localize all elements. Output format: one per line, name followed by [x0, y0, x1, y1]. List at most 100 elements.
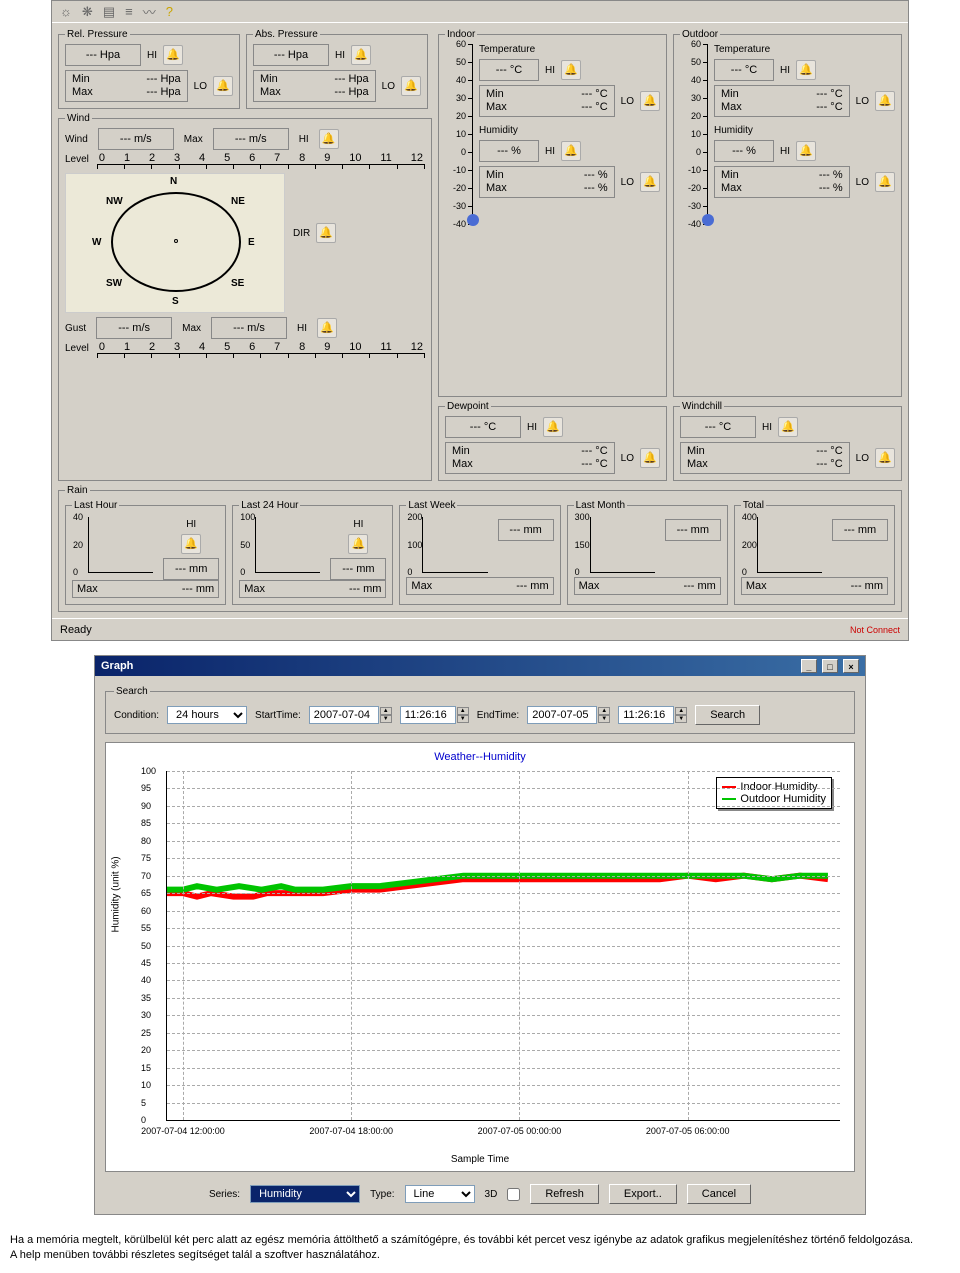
- windchill-title: Windchill: [680, 401, 724, 412]
- max-value: --- °C: [816, 101, 842, 114]
- toolbar-icon[interactable]: ▤: [103, 4, 115, 20]
- end-date-input[interactable]: [527, 706, 597, 724]
- rel-pressure-title: Rel. Pressure: [65, 29, 130, 40]
- bell-icon[interactable]: 🔔: [778, 417, 798, 437]
- bell-icon[interactable]: 🔔: [316, 223, 336, 243]
- start-date-input[interactable]: [309, 706, 379, 724]
- hi-label: HI: [780, 65, 790, 76]
- series-select[interactable]: Humidity: [250, 1185, 360, 1203]
- hi-label: HI: [297, 323, 307, 334]
- bell-icon[interactable]: 🔔: [875, 448, 895, 468]
- toolbar-icon[interactable]: ❋: [82, 4, 93, 20]
- doc-paragraph: Ha a memória megtelt, körülbelül két per…: [10, 1233, 950, 1248]
- maximize-button[interactable]: □: [822, 659, 838, 673]
- gust-value: --- m/s: [96, 317, 172, 339]
- hi-label: HI: [527, 422, 537, 433]
- compass-w: W: [92, 237, 101, 248]
- bell-icon[interactable]: 🔔: [163, 45, 183, 65]
- max-value: --- %: [819, 182, 843, 195]
- lo-label: LO: [856, 177, 869, 188]
- rain-max-box: Max--- mm: [72, 580, 219, 598]
- min-value: --- Hpa: [146, 73, 180, 86]
- search-legend: Search: [114, 686, 150, 697]
- starttime-label: StartTime:: [255, 710, 301, 721]
- bell-icon[interactable]: 🔔: [213, 76, 233, 96]
- condition-select[interactable]: 24 hours: [167, 706, 247, 724]
- windchill-value: --- °C: [680, 416, 756, 438]
- bell-icon[interactable]: 🔔: [640, 91, 660, 111]
- compass-se: SE: [231, 278, 244, 289]
- max-label: Max: [721, 101, 742, 114]
- start-time-input[interactable]: [400, 706, 456, 724]
- rain-value: --- mm: [330, 558, 386, 580]
- bell-icon[interactable]: 🔔: [351, 45, 371, 65]
- spin-down[interactable]: ▼: [457, 715, 469, 723]
- compass-ne: NE: [231, 196, 245, 207]
- rain-lastweek: Last Week2001000--- mmMax--- mm: [399, 500, 560, 605]
- outdoor-temp-scale: 6050403020100-10-20-30-40: [680, 44, 708, 224]
- toolbar-icon[interactable]: ☼: [60, 4, 72, 19]
- 3d-label: 3D: [485, 1189, 498, 1200]
- outdoor-temp-value: --- °C: [714, 59, 774, 81]
- rain-title: Rain: [65, 485, 90, 496]
- cancel-button[interactable]: Cancel: [687, 1184, 751, 1204]
- type-select[interactable]: Line: [405, 1185, 475, 1203]
- compass-n: N: [170, 176, 177, 187]
- lo-label: LO: [194, 81, 207, 92]
- bell-icon[interactable]: 🔔: [875, 91, 895, 111]
- dewpoint-title: Dewpoint: [445, 401, 491, 412]
- spin-down[interactable]: ▼: [675, 715, 687, 723]
- bell-icon[interactable]: 🔔: [317, 318, 337, 338]
- toolbar-icon[interactable]: ≡: [125, 4, 133, 19]
- bell-icon[interactable]: 🔔: [561, 60, 581, 80]
- hi-label: HI: [147, 50, 157, 61]
- toolbar-icon[interactable]: 〰: [143, 2, 156, 21]
- gust-level-scale: 0123456789101112: [97, 341, 425, 354]
- refresh-button[interactable]: Refresh: [530, 1184, 599, 1204]
- hi-label: HI: [353, 519, 363, 530]
- spin-up[interactable]: ▲: [598, 707, 610, 715]
- min-label: Min: [486, 88, 504, 101]
- spin-down[interactable]: ▼: [380, 715, 392, 723]
- lo-label: LO: [621, 177, 634, 188]
- chart-ylabel: Humidity (unit %): [111, 856, 122, 932]
- bell-icon[interactable]: 🔔: [348, 534, 368, 554]
- abs-pressure-title: Abs. Pressure: [253, 29, 320, 40]
- bell-icon[interactable]: 🔔: [181, 534, 201, 554]
- bell-icon[interactable]: 🔔: [640, 172, 660, 192]
- min-value: --- %: [584, 169, 608, 182]
- bell-icon[interactable]: 🔔: [319, 129, 339, 149]
- temperature-label: Temperature: [479, 44, 660, 55]
- chart-legend: Indoor HumidityOutdoor Humidity: [716, 777, 832, 809]
- rain-max-box: Max--- mm: [239, 580, 386, 598]
- lo-label: LO: [621, 96, 634, 107]
- bell-icon[interactable]: 🔔: [640, 448, 660, 468]
- spin-down[interactable]: ▼: [598, 715, 610, 723]
- export-button[interactable]: Export..: [609, 1184, 677, 1204]
- min-value: --- °C: [581, 445, 607, 458]
- end-time-input[interactable]: [618, 706, 674, 724]
- search-group: Search Condition: 24 hours StartTime: ▲▼…: [105, 686, 855, 734]
- minimize-button[interactable]: _: [801, 659, 817, 673]
- bell-icon[interactable]: 🔔: [543, 417, 563, 437]
- bell-icon[interactable]: 🔔: [401, 76, 421, 96]
- max-label: Max: [721, 182, 742, 195]
- 3d-checkbox[interactable]: [507, 1188, 520, 1201]
- bell-icon[interactable]: 🔔: [875, 172, 895, 192]
- min-label: Min: [260, 73, 278, 86]
- spin-up[interactable]: ▲: [457, 707, 469, 715]
- max-label: Max: [687, 458, 708, 471]
- bell-icon[interactable]: 🔔: [796, 141, 816, 161]
- spin-up[interactable]: ▲: [675, 707, 687, 715]
- close-button[interactable]: ×: [843, 659, 859, 673]
- search-button[interactable]: Search: [695, 705, 760, 725]
- min-label: Min: [721, 88, 739, 101]
- indoor-temp-value: --- °C: [479, 59, 539, 81]
- rain-max-box: Max--- mm: [574, 577, 721, 595]
- bell-icon[interactable]: 🔔: [796, 60, 816, 80]
- spin-up[interactable]: ▲: [380, 707, 392, 715]
- help-icon[interactable]: ?: [166, 4, 173, 19]
- bell-icon[interactable]: 🔔: [561, 141, 581, 161]
- type-label: Type:: [370, 1189, 394, 1200]
- max-value: --- %: [584, 182, 608, 195]
